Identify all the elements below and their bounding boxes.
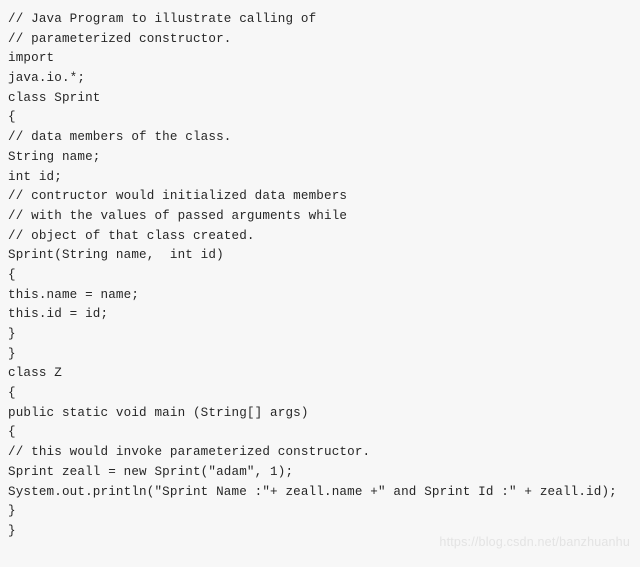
code-line: { (0, 423, 640, 443)
code-line: // contructor would initialized data mem… (0, 187, 640, 207)
code-line: java.io.*; (0, 69, 640, 89)
code-line: class Z (0, 364, 640, 384)
code-line: class Sprint (0, 89, 640, 109)
code-listing: // Java Program to illustrate calling of… (0, 10, 640, 567)
code-line: // with the values of passed arguments w… (0, 207, 640, 227)
code-line: Sprint zeall = new Sprint("adam", 1); (0, 463, 640, 483)
code-line: public static void main (String[] args) (0, 404, 640, 424)
code-line: // parameterized constructor. (0, 30, 640, 50)
watermark-text: https://blog.csdn.net/banzhuanhu (439, 535, 630, 549)
code-line: } (0, 345, 640, 365)
code-line: this.name = name; (0, 286, 640, 306)
code-line: Sprint(String name, int id) (0, 246, 640, 266)
code-line: } (0, 502, 640, 522)
code-line: System.out.println("Sprint Name :"+ zeal… (0, 483, 640, 503)
code-line: { (0, 384, 640, 404)
code-line: this.id = id; (0, 305, 640, 325)
code-line: // data members of the class. (0, 128, 640, 148)
code-line: { (0, 108, 640, 128)
code-line: // Java Program to illustrate calling of (0, 10, 640, 30)
code-line: // object of that class created. (0, 227, 640, 247)
code-line: { (0, 266, 640, 286)
code-line: import (0, 49, 640, 69)
code-line: String name; (0, 148, 640, 168)
code-line: } (0, 325, 640, 345)
code-line: // this would invoke parameterized const… (0, 443, 640, 463)
code-line: int id; (0, 168, 640, 188)
